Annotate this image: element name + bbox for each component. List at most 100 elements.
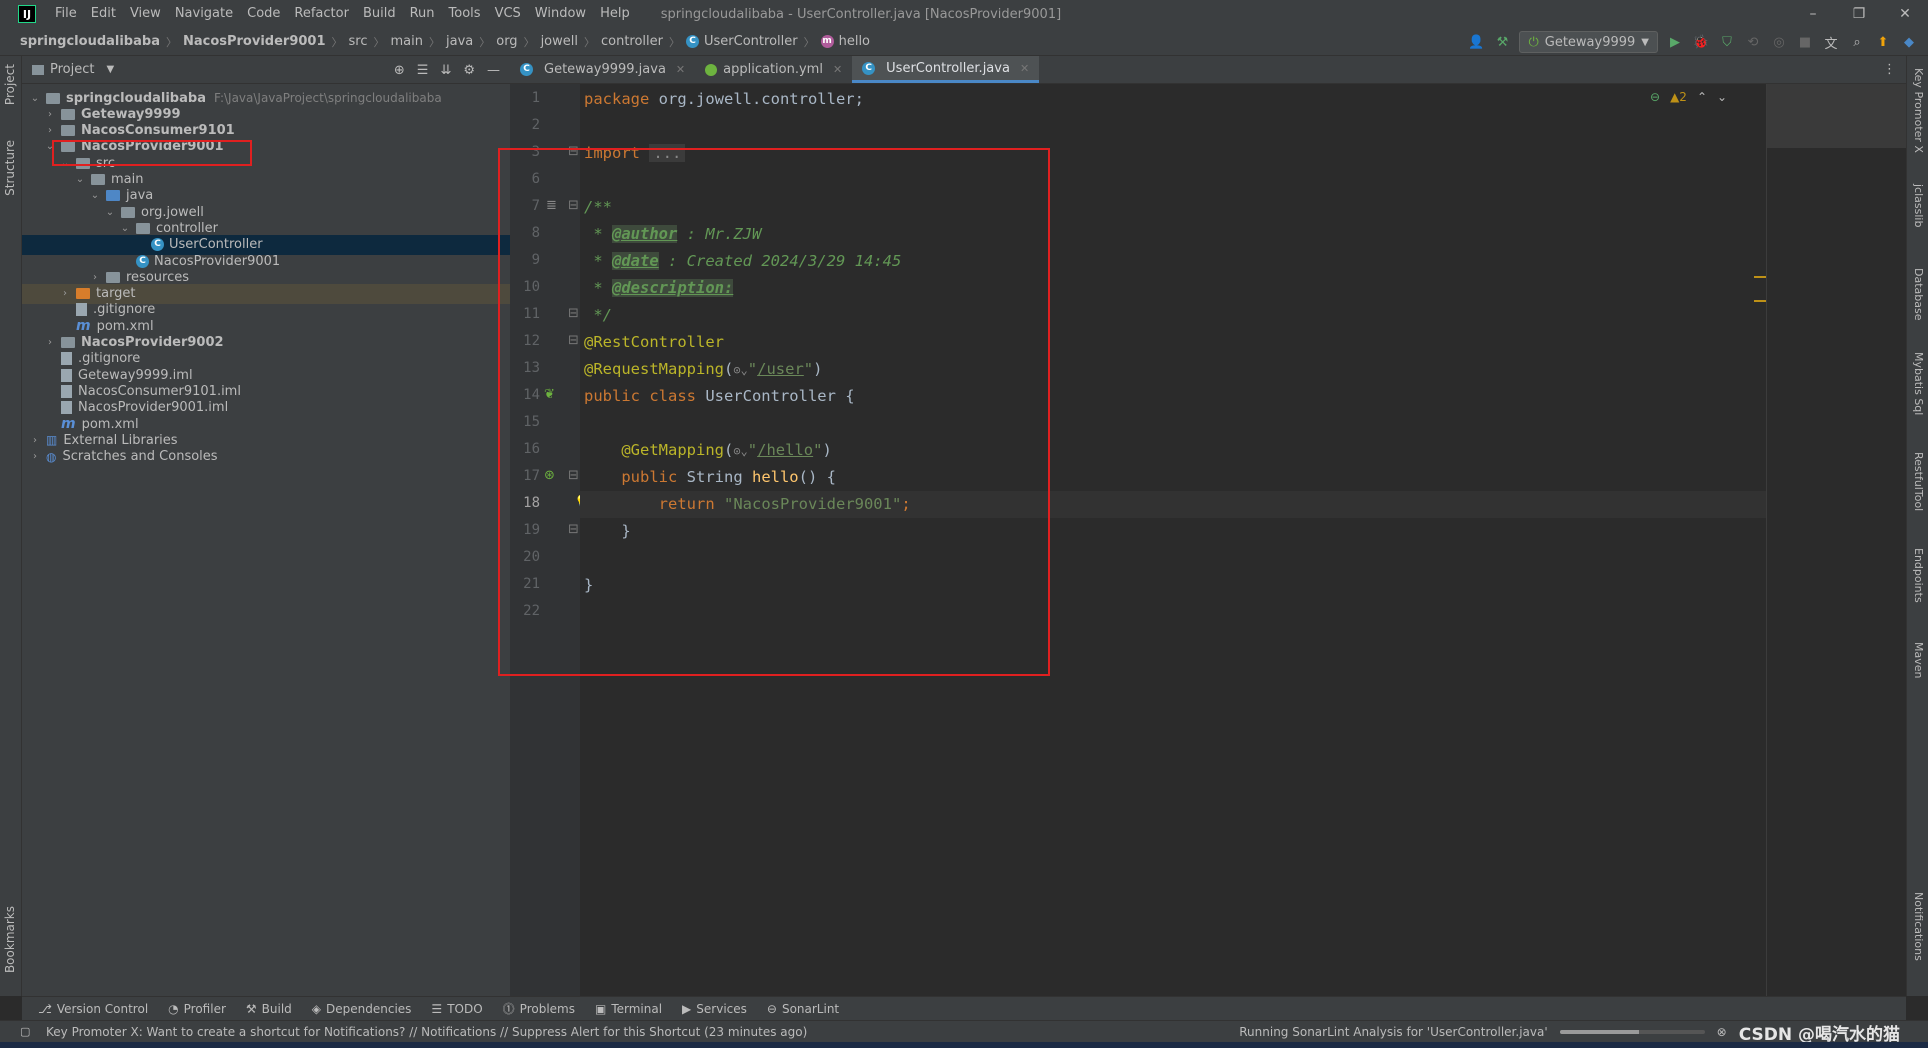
expanded-arrow-icon[interactable]: ⌄ bbox=[103, 207, 117, 218]
collapsed-arrow-icon[interactable]: › bbox=[58, 288, 72, 299]
translate-icon[interactable]: 文 bbox=[1822, 33, 1840, 52]
warning-stripe-mark[interactable] bbox=[1754, 300, 1766, 302]
collapsed-arrow-icon[interactable]: › bbox=[43, 125, 57, 136]
close-tab-icon[interactable]: ✕ bbox=[833, 63, 842, 76]
breadcrumb-item[interactable]: springcloudalibaba bbox=[20, 34, 160, 49]
breadcrumb-item[interactable]: jowell bbox=[541, 34, 578, 49]
close-tab-icon[interactable]: ✕ bbox=[1020, 62, 1029, 75]
right-tool-tab[interactable]: Database bbox=[1912, 268, 1925, 321]
tool-window-sonarlint[interactable]: ⊖ SonarLint bbox=[767, 1002, 839, 1016]
tool-window-version-control[interactable]: ⎇ Version Control bbox=[38, 1002, 148, 1016]
editor-tab[interactable]: C UserController.java ✕ bbox=[852, 56, 1040, 83]
hide-panel-icon[interactable]: — bbox=[487, 63, 500, 78]
menu-vcs[interactable]: VCS bbox=[488, 0, 528, 28]
menu-refactor[interactable]: Refactor bbox=[287, 0, 356, 28]
structure-tool-tab[interactable]: Structure bbox=[3, 140, 17, 196]
breadcrumb-item[interactable]: controller bbox=[601, 34, 663, 49]
right-tool-tab[interactable]: Notifications bbox=[1912, 892, 1925, 961]
locate-file-icon[interactable]: ⊕ bbox=[394, 63, 405, 78]
build-hammer-icon[interactable]: ⚒ bbox=[1493, 33, 1511, 51]
more-run-icon[interactable]: ◎ bbox=[1770, 33, 1788, 51]
collapsed-arrow-icon[interactable]: › bbox=[43, 109, 57, 120]
breadcrumb-item[interactable]: C UserController bbox=[686, 34, 798, 49]
right-tool-tab[interactable]: Mybatis Sql bbox=[1912, 352, 1925, 415]
editor-tab[interactable]: C Geteway9999.java ✕ bbox=[510, 56, 695, 83]
background-task-label[interactable]: Running SonarLint Analysis for 'UserCont… bbox=[1239, 1025, 1547, 1039]
project-tool-tab[interactable]: Project bbox=[3, 64, 17, 105]
right-tool-tab[interactable]: jclasslib bbox=[1912, 184, 1925, 227]
inspection-widget[interactable]: ⊖ ▲2 ⌃ ⌄ bbox=[1650, 90, 1727, 104]
expand-all-icon[interactable]: ☰ bbox=[417, 63, 429, 78]
tool-window-terminal[interactable]: ▣ Terminal bbox=[595, 1002, 662, 1016]
tool-window-dependencies[interactable]: ◈ Dependencies bbox=[312, 1002, 412, 1016]
menu-view[interactable]: View bbox=[123, 0, 168, 28]
collapsed-arrow-icon[interactable]: › bbox=[88, 272, 102, 283]
editor-tab-label: application.yml bbox=[723, 62, 823, 77]
minimap-viewport[interactable] bbox=[1767, 84, 1907, 148]
menu-code[interactable]: Code bbox=[240, 0, 287, 28]
close-tab-icon[interactable]: ✕ bbox=[676, 63, 685, 76]
settings-gear-icon[interactable]: ⚙ bbox=[463, 63, 475, 78]
tree-item[interactable]: › ◍ Scratches and Consoles bbox=[22, 447, 510, 467]
expanded-arrow-icon[interactable]: ⌄ bbox=[28, 93, 42, 104]
menu-help[interactable]: Help bbox=[593, 0, 637, 28]
menu-run[interactable]: Run bbox=[403, 0, 442, 28]
more-tabs-icon[interactable]: ⋮ bbox=[1883, 62, 1896, 77]
collapsed-arrow-icon[interactable]: › bbox=[28, 451, 42, 462]
restore-icon[interactable]: ❐ bbox=[1836, 0, 1882, 28]
right-tool-tab[interactable]: RestfulTool bbox=[1912, 452, 1925, 511]
toggle-tool-windows-icon[interactable]: ▢ bbox=[20, 1025, 30, 1038]
collapsed-arrow-icon[interactable]: › bbox=[43, 337, 57, 348]
next-highlight-icon[interactable]: ⌄ bbox=[1717, 90, 1727, 104]
close-icon[interactable]: ✕ bbox=[1882, 0, 1928, 28]
tool-window-problems[interactable]: ⓵ Problems bbox=[503, 1000, 575, 1017]
breadcrumb-item[interactable]: NacosProvider9001 bbox=[183, 34, 326, 49]
menu-file[interactable]: File bbox=[48, 0, 84, 28]
code-minimap[interactable] bbox=[1766, 84, 1907, 996]
collapsed-arrow-icon[interactable]: › bbox=[28, 435, 42, 446]
menu-build[interactable]: Build bbox=[356, 0, 403, 28]
breadcrumb-item[interactable]: src bbox=[349, 34, 368, 49]
status-message[interactable]: Key Promoter X: Want to create a shortcu… bbox=[46, 1025, 807, 1039]
chevron-down-icon[interactable]: ▼ bbox=[106, 64, 114, 75]
search-icon[interactable]: ⌕ bbox=[1848, 33, 1866, 51]
cancel-task-icon[interactable]: ⊗ bbox=[1717, 1025, 1727, 1039]
tool-window-profiler[interactable]: ◔ Profiler bbox=[168, 1002, 226, 1016]
editor-tab[interactable]: application.yml ✕ bbox=[695, 56, 852, 83]
tool-window-build[interactable]: ⚒ Build bbox=[246, 1002, 292, 1016]
coverage-icon[interactable]: ⛉ bbox=[1718, 33, 1736, 51]
tool-window-todo[interactable]: ☰ TODO bbox=[431, 1002, 482, 1016]
breadcrumb-item[interactable]: main bbox=[391, 34, 423, 49]
menu-window[interactable]: Window bbox=[528, 0, 593, 28]
menu-tools[interactable]: Tools bbox=[442, 0, 488, 28]
main-toolbar: 👤 ⚒ ⏻ Geteway9999 ▼ ▶ 🐞 ⛉ ⟲ ◎ ■ 文 ⌕ ⬆ ◆ bbox=[1467, 28, 1928, 56]
warning-stripe-mark[interactable] bbox=[1754, 276, 1766, 278]
jetbrains-toolbox-icon[interactable]: ◆ bbox=[1900, 33, 1918, 51]
profile-icon[interactable]: ⟲ bbox=[1744, 33, 1762, 51]
minimize-icon[interactable]: – bbox=[1790, 0, 1836, 28]
run-icon[interactable]: ▶ bbox=[1666, 33, 1684, 51]
user-icon[interactable]: 👤 bbox=[1467, 33, 1485, 51]
expanded-arrow-icon[interactable]: ⌄ bbox=[118, 223, 132, 234]
expanded-arrow-icon[interactable]: ⌄ bbox=[88, 190, 102, 201]
right-tool-tab[interactable]: Endpoints bbox=[1912, 548, 1925, 603]
breadcrumb-item[interactable]: org bbox=[496, 34, 517, 49]
right-tool-tab[interactable]: Maven bbox=[1912, 642, 1925, 678]
menu-edit[interactable]: Edit bbox=[84, 0, 123, 28]
menu-navigate[interactable]: Navigate bbox=[168, 0, 240, 28]
project-view-selector[interactable]: Project bbox=[50, 62, 94, 77]
tool-window-services[interactable]: ▶ Services bbox=[682, 1002, 747, 1016]
breadcrumb-item[interactable]: m hello bbox=[820, 34, 870, 49]
bookmarks-tool-tab[interactable]: Bookmarks bbox=[3, 906, 17, 973]
stop-icon[interactable]: ■ bbox=[1796, 33, 1814, 51]
update-icon[interactable]: ⬆ bbox=[1874, 33, 1892, 51]
expanded-arrow-icon[interactable]: ⌄ bbox=[73, 174, 87, 185]
debug-icon[interactable]: 🐞 bbox=[1692, 33, 1710, 51]
collapse-all-icon[interactable]: ⇊ bbox=[440, 63, 451, 78]
breadcrumb-item[interactable]: java bbox=[446, 34, 473, 49]
previous-highlight-icon[interactable]: ⌃ bbox=[1697, 90, 1707, 104]
right-tool-tab[interactable]: Key Promoter X bbox=[1912, 68, 1925, 153]
warning-count[interactable]: ▲2 bbox=[1670, 90, 1687, 104]
run-configuration-select[interactable]: ⏻ Geteway9999 ▼ bbox=[1519, 31, 1658, 53]
code-line[interactable]: package org.jowell.controller; bbox=[584, 86, 864, 113]
